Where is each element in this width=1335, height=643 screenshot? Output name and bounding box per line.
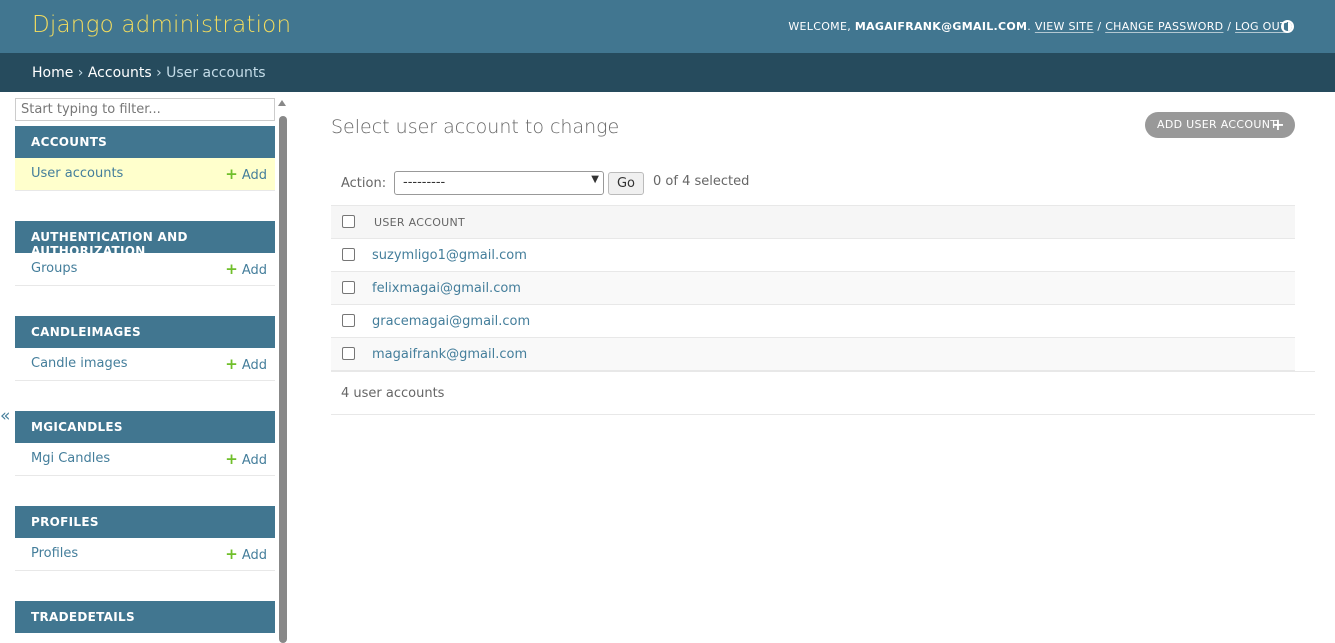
- row-checkbox[interactable]: [342, 314, 355, 327]
- user-tools: WELCOME, MAGAIFRANK@GMAIL.COM. VIEW SITE…: [788, 20, 1287, 33]
- row-link[interactable]: felixmagai@gmail.com: [372, 281, 521, 296]
- breadcrumb-current: User accounts: [166, 65, 266, 81]
- result-count: 4 user accounts: [341, 386, 445, 401]
- sidebar-item-candle-images: Candle images + Add: [15, 348, 275, 381]
- model-link[interactable]: Groups: [31, 261, 77, 276]
- row-checkbox[interactable]: [342, 281, 355, 294]
- breadcrumb: Home › Accounts › User accounts: [0, 53, 1335, 92]
- module-header[interactable]: TRADEDETAILS: [15, 601, 275, 633]
- sidebar-item-user-accounts: User accounts + Add: [15, 158, 275, 191]
- module-header[interactable]: PROFILES: [15, 506, 275, 538]
- breadcrumb-accounts[interactable]: Accounts: [88, 65, 152, 81]
- scroll-up-icon[interactable]: [278, 100, 286, 106]
- add-link[interactable]: + Add: [225, 260, 267, 278]
- table-row: suzymligo1@gmail.com: [331, 239, 1295, 272]
- module-header[interactable]: MGICANDLES: [15, 411, 275, 443]
- row-link[interactable]: suzymligo1@gmail.com: [372, 248, 527, 263]
- sidebar-scrollbar[interactable]: [277, 98, 289, 643]
- model-link[interactable]: Profiles: [31, 546, 78, 561]
- chevron-down-icon: ▼: [591, 174, 599, 185]
- module-auth: AUTHENTICATION AND AUTHORIZATION Groups …: [15, 221, 275, 286]
- module-profiles: PROFILES Profiles + Add: [15, 506, 275, 571]
- table-row: magaifrank@gmail.com: [331, 338, 1295, 371]
- module-tradedetails: TRADEDETAILS: [15, 601, 275, 633]
- model-link[interactable]: Mgi Candles: [31, 451, 110, 466]
- view-site-link[interactable]: VIEW SITE: [1035, 20, 1094, 33]
- nav-filter-input[interactable]: [15, 98, 275, 121]
- change-password-link[interactable]: CHANGE PASSWORD: [1105, 20, 1223, 33]
- add-link[interactable]: + Add: [225, 450, 267, 468]
- plus-icon: +: [225, 355, 238, 373]
- model-link[interactable]: User accounts: [31, 166, 123, 181]
- log-out-link[interactable]: LOG OUT: [1235, 20, 1287, 33]
- header: Django administration WELCOME, MAGAIFRAN…: [0, 0, 1335, 53]
- breadcrumb-home[interactable]: Home: [32, 65, 73, 81]
- select-all-checkbox[interactable]: [342, 215, 355, 228]
- sidebar-item-mgi-candles: Mgi Candles + Add: [15, 443, 275, 476]
- table-header: USER ACCOUNT: [331, 205, 1295, 239]
- model-link[interactable]: Candle images: [31, 356, 128, 371]
- row-checkbox[interactable]: [342, 248, 355, 261]
- add-user-account-button[interactable]: ADD USER ACCOUNT +: [1145, 112, 1295, 138]
- action-label: Action:: [341, 176, 387, 191]
- column-header-user-account[interactable]: USER ACCOUNT: [374, 216, 465, 229]
- plus-icon: +: [225, 260, 238, 278]
- module-header[interactable]: AUTHENTICATION AND AUTHORIZATION: [15, 221, 275, 258]
- plus-icon: +: [1271, 115, 1285, 134]
- site-name[interactable]: Django administration: [32, 12, 291, 38]
- module-header[interactable]: ACCOUNTS: [15, 126, 275, 158]
- welcome-text: WELCOME,: [788, 20, 855, 33]
- module-candleimages: CANDLEIMAGES Candle images + Add: [15, 316, 275, 381]
- go-button[interactable]: Go: [608, 172, 644, 195]
- row-checkbox[interactable]: [342, 347, 355, 360]
- row-link[interactable]: magaifrank@gmail.com: [372, 347, 527, 362]
- row-link[interactable]: gracemagai@gmail.com: [372, 314, 530, 329]
- nav-sidebar: ACCOUNTS User accounts +Add AUTHENTICATI…: [15, 92, 275, 643]
- username: MAGAIFRANK@GMAIL.COM: [854, 20, 1028, 33]
- plus-icon: +: [225, 545, 238, 563]
- add-link[interactable]: + Add: [225, 545, 267, 563]
- collapse-sidebar-icon[interactable]: «: [0, 406, 10, 426]
- action-select[interactable]: --------- ▼: [394, 171, 604, 195]
- sidebar-item-profiles: Profiles + Add: [15, 538, 275, 571]
- theme-toggle-icon[interactable]: [1281, 20, 1294, 33]
- module-accounts: ACCOUNTS User accounts + Add: [15, 126, 275, 191]
- table-row: felixmagai@gmail.com: [331, 272, 1295, 305]
- page-title: Select user account to change: [331, 116, 620, 138]
- plus-icon: +: [225, 450, 238, 468]
- module-mgicandles: MGICANDLES Mgi Candles + Add: [15, 411, 275, 476]
- sidebar-item-groups: Groups + Add: [15, 253, 275, 286]
- result-table: USER ACCOUNT suzymligo1@gmail.com felixm…: [331, 205, 1295, 371]
- add-link[interactable]: + Add: [225, 165, 267, 183]
- plus-icon: +: [225, 165, 238, 183]
- paginator: 4 user accounts: [331, 371, 1315, 415]
- add-link[interactable]: + Add: [225, 355, 267, 373]
- scrollbar-thumb[interactable]: [279, 116, 287, 643]
- selected-count: 0 of 4 selected: [653, 174, 750, 189]
- table-row: gracemagai@gmail.com: [331, 305, 1295, 338]
- module-header[interactable]: CANDLEIMAGES: [15, 316, 275, 348]
